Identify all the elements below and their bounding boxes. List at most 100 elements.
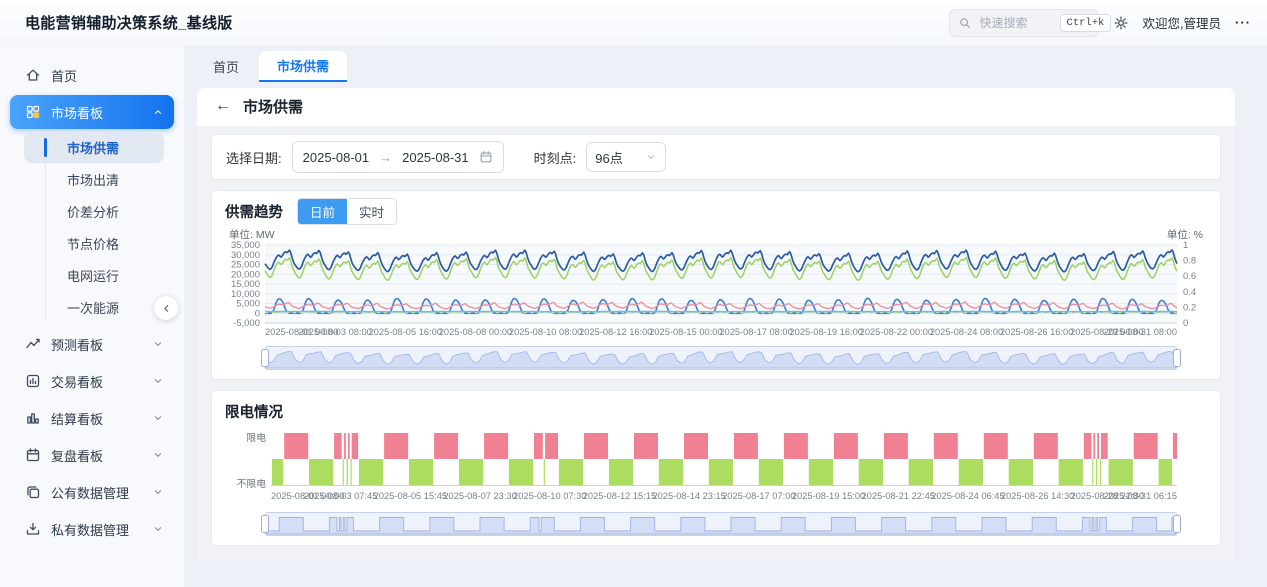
zoom-slider-handle[interactable] (262, 350, 269, 367)
trend-toggle-1[interactable]: 实时 (347, 199, 396, 224)
trend-zoom-slider[interactable] (225, 345, 1207, 371)
trend-mode-toggle: 日前实时 (297, 198, 397, 225)
date-range-picker[interactable]: 2025-08-01 → 2025-08-31 (292, 141, 504, 173)
trend-toggle-0[interactable]: 日前 (298, 199, 347, 224)
search-input[interactable] (978, 15, 1054, 31)
tab-0[interactable]: 首页 (197, 51, 255, 82)
normal-block (309, 459, 333, 485)
chevron-down-icon (645, 151, 657, 163)
curtailment-status-chart: 限电不限电2025-08-01 00:002025-08-03 07:45202… (225, 429, 1207, 507)
sidebar-collapse-button[interactable] (154, 296, 178, 320)
normal-block (859, 459, 883, 485)
sidebar-subitem-0[interactable]: 市场供需 (24, 132, 164, 163)
date-start-value[interactable]: 2025-08-01 (303, 150, 370, 165)
download-icon (25, 521, 41, 537)
normal-block (1109, 459, 1133, 485)
sidebar-subitem-4[interactable]: 电网运行 (24, 260, 164, 291)
sidebar-subitem-1[interactable]: 市场出清 (24, 164, 164, 195)
sidebar-subitem-2[interactable]: 价差分析 (24, 196, 164, 227)
more-menu-button[interactable]: ··· (1235, 15, 1251, 30)
curtailed-block (434, 433, 458, 459)
curtailed-block (284, 433, 308, 459)
sidebar-item-label: 结算看板 (51, 409, 103, 428)
curtailed-block (884, 433, 908, 459)
app-root: { "app": { "title": "电能营销辅助决策系统_基线版" }, … (0, 0, 1267, 587)
search-icon (958, 16, 972, 30)
svg-text:不限电: 不限电 (237, 477, 267, 490)
app-title: 电能营销辅助决策系统_基线版 (25, 12, 233, 33)
page-title: 市场供需 (243, 96, 303, 117)
svg-text:2025-08-10 08:00: 2025-08-10 08:00 (509, 327, 582, 337)
calendar-icon (479, 150, 493, 164)
normal-block (409, 459, 433, 485)
sidebar-item-label: 预测看板 (51, 335, 103, 354)
search-shortcut-badge: Ctrl+k (1060, 14, 1112, 32)
trend-section-title: 供需趋势 (225, 201, 283, 222)
welcome-user-label: 欢迎您,管理员 (1143, 13, 1221, 32)
curtailed-block (334, 433, 342, 459)
sidebar-subitem-5[interactable]: 一次能源 (24, 292, 164, 323)
zoom-slider-handle[interactable] (1174, 516, 1181, 533)
column-chart-icon (25, 410, 41, 426)
sidebar-item-public-data[interactable]: 公有数据管理 (10, 475, 174, 509)
home-icon (25, 67, 41, 83)
zoom-slider-handle[interactable] (1174, 350, 1181, 367)
supply-demand-trend-chart: 单位: MW单位: %35,00030,00025,00020,00015,00… (225, 229, 1207, 341)
sidebar-item-trade[interactable]: 交易看板 (10, 364, 174, 398)
chevron-down-icon (152, 523, 164, 535)
timepoint-select[interactable]: 96点 (586, 142, 666, 172)
svg-text:2025-08-07 23:30: 2025-08-07 23:30 (443, 491, 516, 501)
normal-block (359, 459, 383, 485)
curtailment-section-title: 限电情况 (225, 401, 283, 422)
tab-1[interactable]: 市场供需 (259, 51, 347, 82)
curtailed-block (1173, 433, 1177, 459)
filter-bar: 选择日期: 2025-08-01 → 2025-08-31 时刻点: 96点 (211, 134, 1221, 180)
sidebar-item-forecast[interactable]: 预测看板 (10, 327, 174, 361)
svg-text:2025-08-24 06:45: 2025-08-24 06:45 (931, 491, 1004, 501)
trend-icon (25, 336, 41, 352)
svg-text:2025-08-15 00:00: 2025-08-15 00:00 (649, 327, 722, 337)
curtailed-block (1134, 433, 1158, 459)
svg-text:2025-08-05 15:45: 2025-08-05 15:45 (374, 491, 447, 501)
svg-text:2025-08-03 07:45: 2025-08-03 07:45 (304, 491, 377, 501)
sidebar-submenu-market: 市场供需市场出清价差分析节点价格电网运行一次能源 (0, 132, 184, 323)
sidebar-subitem-3[interactable]: 节点价格 (24, 228, 164, 259)
svg-text:0.2: 0.2 (1183, 302, 1196, 313)
normal-block (659, 459, 683, 485)
svg-text:0: 0 (1183, 318, 1188, 329)
normal-block (1092, 459, 1093, 485)
sidebar-item-label: 私有数据管理 (51, 520, 129, 539)
curtailment-zoom-slider[interactable] (225, 511, 1207, 537)
sidebar-item-review[interactable]: 复盘看板 (10, 438, 174, 472)
sidebar-item-private-data[interactable]: 私有数据管理 (10, 512, 174, 546)
zoom-slider-handle[interactable] (262, 516, 269, 533)
curtailed-block (1093, 433, 1095, 459)
normal-block (959, 459, 983, 485)
svg-text:0.8: 0.8 (1183, 256, 1196, 267)
svg-text:2025-08-26 16:00: 2025-08-26 16:00 (1000, 327, 1073, 337)
sidebar-item-settle[interactable]: 结算看板 (10, 401, 174, 435)
gear-icon[interactable] (1113, 15, 1129, 31)
normal-block (1059, 459, 1083, 485)
back-arrow-icon[interactable]: ← (215, 98, 231, 114)
normal-block (559, 459, 583, 485)
chevron-down-icon (152, 449, 164, 461)
svg-text:2025-08-17 07:00: 2025-08-17 07:00 (722, 491, 795, 501)
copy-icon (25, 484, 41, 500)
chevron-up-icon (152, 106, 164, 118)
curtailed-block (1097, 433, 1099, 459)
normal-block (1009, 459, 1033, 485)
chevron-down-icon (152, 338, 164, 350)
timepoint-filter-label: 时刻点: (534, 148, 577, 167)
curtailment-section: 限电情况 限电不限电2025-08-01 00:002025-08-03 07:… (211, 390, 1221, 546)
curtailed-block (734, 433, 758, 459)
svg-text:1: 1 (1183, 240, 1188, 251)
normal-block (809, 459, 833, 485)
svg-text:2025-08-21 22:45: 2025-08-21 22:45 (862, 491, 935, 501)
normal-block (1096, 459, 1097, 485)
sidebar-item-home[interactable]: 首页 (10, 58, 174, 92)
curtailed-block (534, 433, 543, 459)
sidebar-item-market[interactable]: 市场看板 (10, 95, 174, 129)
date-end-value[interactable]: 2025-08-31 (402, 150, 469, 165)
quick-search[interactable]: Ctrl+k (949, 9, 1099, 37)
